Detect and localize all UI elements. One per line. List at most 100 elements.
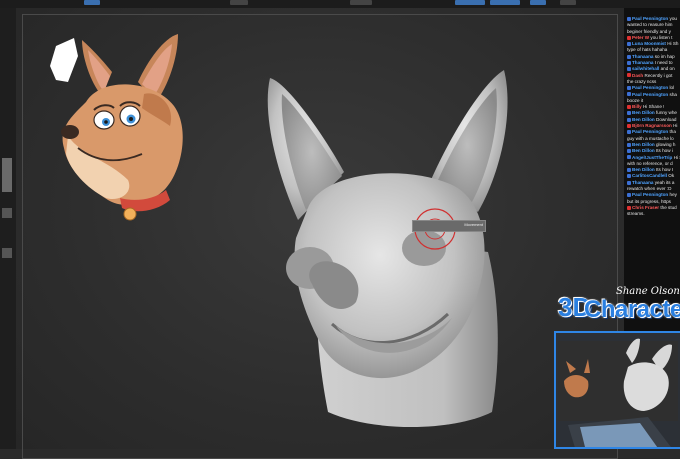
webcam-overlay (554, 331, 680, 449)
twitch-badge-icon (627, 92, 631, 97)
chat-username[interactable]: Ben Dillon (632, 167, 655, 172)
chat-username[interactable]: Thanaana (632, 60, 653, 65)
webcam-feed (556, 333, 680, 447)
channel-logo: Shane Olson 3D Characte (556, 286, 680, 332)
chat-message: Paul Pennington hey (627, 192, 679, 197)
toolbar-button[interactable] (230, 0, 248, 5)
toolbar-button[interactable] (84, 0, 100, 5)
twitch-badge-icon (627, 60, 631, 65)
chat-message: CarlitosCandlell Ok (627, 173, 679, 178)
twitch-badge-icon (627, 180, 631, 185)
toolbar-button[interactable] (350, 0, 372, 5)
chat-message: Paul Pennington lol (627, 85, 679, 90)
chat-message: streams. (627, 211, 679, 216)
chat-message: rewatch when ever :D (627, 186, 679, 191)
youtube-badge-icon (627, 123, 631, 128)
chat-message: Ben Dillon Its how I (627, 167, 679, 172)
chat-text: tha (669, 129, 676, 135)
chat-username[interactable]: Paul Pennington (632, 16, 668, 21)
chat-text: Its how i (656, 148, 673, 154)
chat-text: so im hap (654, 53, 675, 59)
chat-text: beginer friendly and y (627, 28, 671, 34)
chat-username[interactable]: Chris Fraser (632, 205, 659, 210)
twitch-badge-icon (627, 149, 631, 154)
chat-username[interactable]: Paul Pennington (632, 129, 668, 134)
chat-username[interactable]: Ben Dillon (632, 117, 655, 122)
chat-text: Hi Shane ! (642, 104, 665, 110)
chat-message: Thanaana yeah its a (627, 180, 679, 185)
twitch-badge-icon (627, 130, 631, 135)
chat-text: with no reference, or d (627, 160, 673, 166)
chat-text: Recently i got (644, 72, 673, 78)
toolbar-button[interactable] (560, 0, 576, 5)
chat-username[interactable]: Billy (632, 104, 642, 109)
chat-message: Thanaana I need to (627, 60, 679, 65)
chat-message: Luna Moonmist Hi Sh (627, 41, 679, 46)
top-toolbar (0, 0, 680, 8)
chat-text: booze it (627, 97, 644, 103)
chat-username[interactable]: Luna Moonmist (632, 41, 666, 46)
toolbar-button[interactable] (530, 0, 546, 5)
twitch-badge-icon (627, 16, 631, 21)
chat-text: Ok (668, 173, 675, 179)
chat-message: Ben Dillon Its how i (627, 148, 679, 153)
tool-button[interactable] (2, 248, 12, 258)
chat-username[interactable]: Dash (632, 73, 643, 78)
chat-username[interactable]: Ben Dillon (632, 110, 655, 115)
chat-message: guy with a mustache lo (627, 136, 679, 141)
twitch-badge-icon (627, 117, 631, 122)
chat-username[interactable]: Björn Ragnarsson (632, 123, 672, 128)
chat-message: Björn Ragnarsson Hi (627, 123, 679, 128)
chat-text: type of hats hahaha (627, 47, 668, 53)
chat-text: rewatch when ever :D (627, 186, 672, 192)
chat-text: yeah its a (654, 179, 675, 185)
chat-message: Chris Fraser the stud (627, 205, 679, 210)
chat-message: Ben Dillon glowing h (627, 142, 679, 147)
twitch-badge-icon (627, 155, 631, 160)
chat-username[interactable]: sailwhitehall (632, 66, 659, 71)
chat-message: Angel!JustTheTrip Hi S (627, 154, 680, 160)
chat-text: Its how I (656, 167, 674, 173)
chat-username[interactable]: Angel!JustTheTrip (632, 155, 672, 160)
chat-username[interactable]: Ben Dillon (632, 142, 655, 147)
chat-text: you (669, 16, 677, 21)
chat-text: you listen t (650, 34, 673, 40)
toolbar-button[interactable] (490, 0, 520, 5)
chat-username[interactable]: Paul Pennington (632, 92, 668, 97)
toolbar-button[interactable] (455, 0, 485, 5)
chat-message: Dash Recently i got (627, 73, 679, 78)
youtube-badge-icon (627, 35, 631, 40)
chat-username[interactable]: CarlitosCandlell (632, 173, 667, 178)
chat-message: but its progress, https (627, 199, 679, 204)
chat-text: guy with a mustache lo (627, 135, 674, 141)
chat-text: Hi S (673, 154, 680, 160)
tool-button[interactable] (2, 208, 12, 218)
twitch-badge-icon (627, 174, 631, 179)
tool-button[interactable] (2, 158, 12, 192)
twitch-badge-icon (627, 67, 631, 72)
chat-message: with no reference, or d (627, 161, 679, 166)
chat-text: but its progress, https (627, 198, 671, 204)
chat-username[interactable]: Paul Pennington (632, 85, 668, 90)
chat-message: Thanaana so im hap (627, 54, 679, 59)
chat-message: Paul Pennington you (627, 16, 679, 21)
chat-username[interactable]: Paul Pennington (632, 192, 668, 197)
chat-username[interactable]: Thanaana (632, 54, 653, 59)
sculpt-viewport[interactable] (16, 8, 624, 459)
reference-dog-illustration (50, 34, 183, 221)
chat-message: Billy Hi Shane ! (627, 104, 679, 109)
chat-username[interactable]: Peter W (632, 35, 649, 40)
sculpt-model-dog-head[interactable] (252, 52, 532, 442)
twitch-badge-icon (627, 41, 631, 46)
youtube-badge-icon (627, 205, 631, 210)
chat-text: sha (669, 91, 677, 97)
chat-username[interactable]: Ben Dillon (632, 148, 655, 153)
chat-text: Hi Sh (667, 41, 679, 47)
chat-username[interactable]: Thanaana (632, 180, 653, 185)
chat-text: wanted to reasure him (627, 22, 673, 28)
chat-message: Ben Dillon Download (627, 117, 679, 122)
logo-wordmark: Characte (584, 296, 680, 323)
twitch-badge-icon (627, 111, 631, 116)
brush-tooltip-label: Movement (464, 222, 483, 227)
chat-text: streams. (627, 211, 645, 217)
